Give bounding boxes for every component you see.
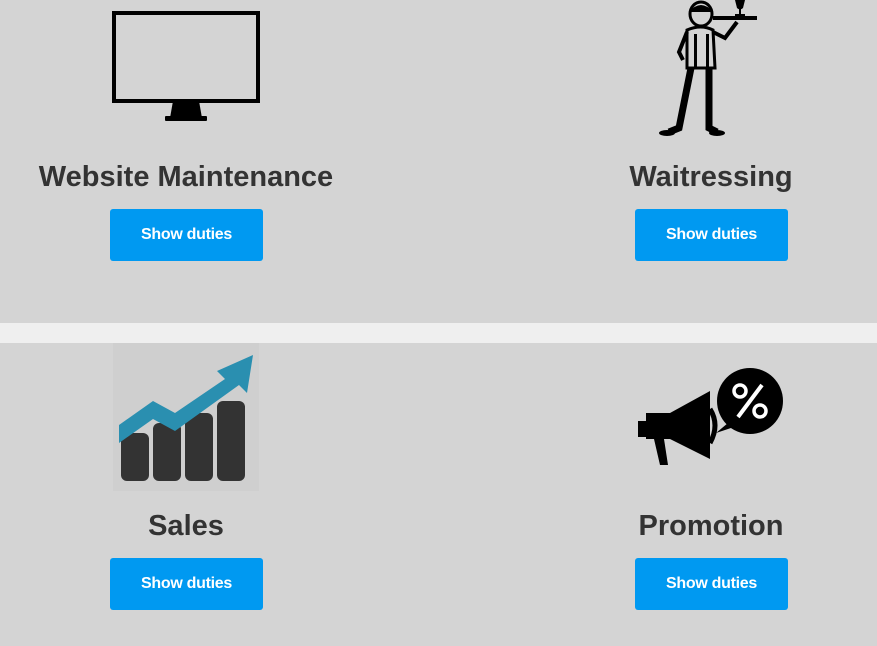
services-row-top: Website Maintenance Show duties Waitress… [0, 0, 877, 323]
waitress-icon [531, 0, 877, 140]
megaphone-percent-icon [531, 365, 877, 469]
services-row-bottom: Sales Show duties Promotion Show duties [0, 343, 877, 646]
sales-chart-icon [6, 343, 366, 491]
service-title: Waitressing [629, 161, 793, 193]
service-card-waitressing: Waitressing Show duties [531, 0, 877, 323]
service-title: Sales [148, 510, 224, 542]
show-duties-button-sales[interactable]: Show duties [110, 558, 263, 610]
monitor-icon [6, 10, 366, 125]
service-card-sales: Sales Show duties [6, 343, 366, 646]
show-duties-button-waitressing[interactable]: Show duties [635, 209, 788, 261]
show-duties-button-promotion[interactable]: Show duties [635, 558, 788, 610]
show-duties-button-website-maintenance[interactable]: Show duties [110, 209, 263, 261]
service-card-website-maintenance: Website Maintenance Show duties [6, 0, 366, 323]
service-title: Website Maintenance [38, 161, 334, 193]
service-title: Promotion [638, 510, 784, 542]
service-card-promotion: Promotion Show duties [531, 343, 877, 646]
